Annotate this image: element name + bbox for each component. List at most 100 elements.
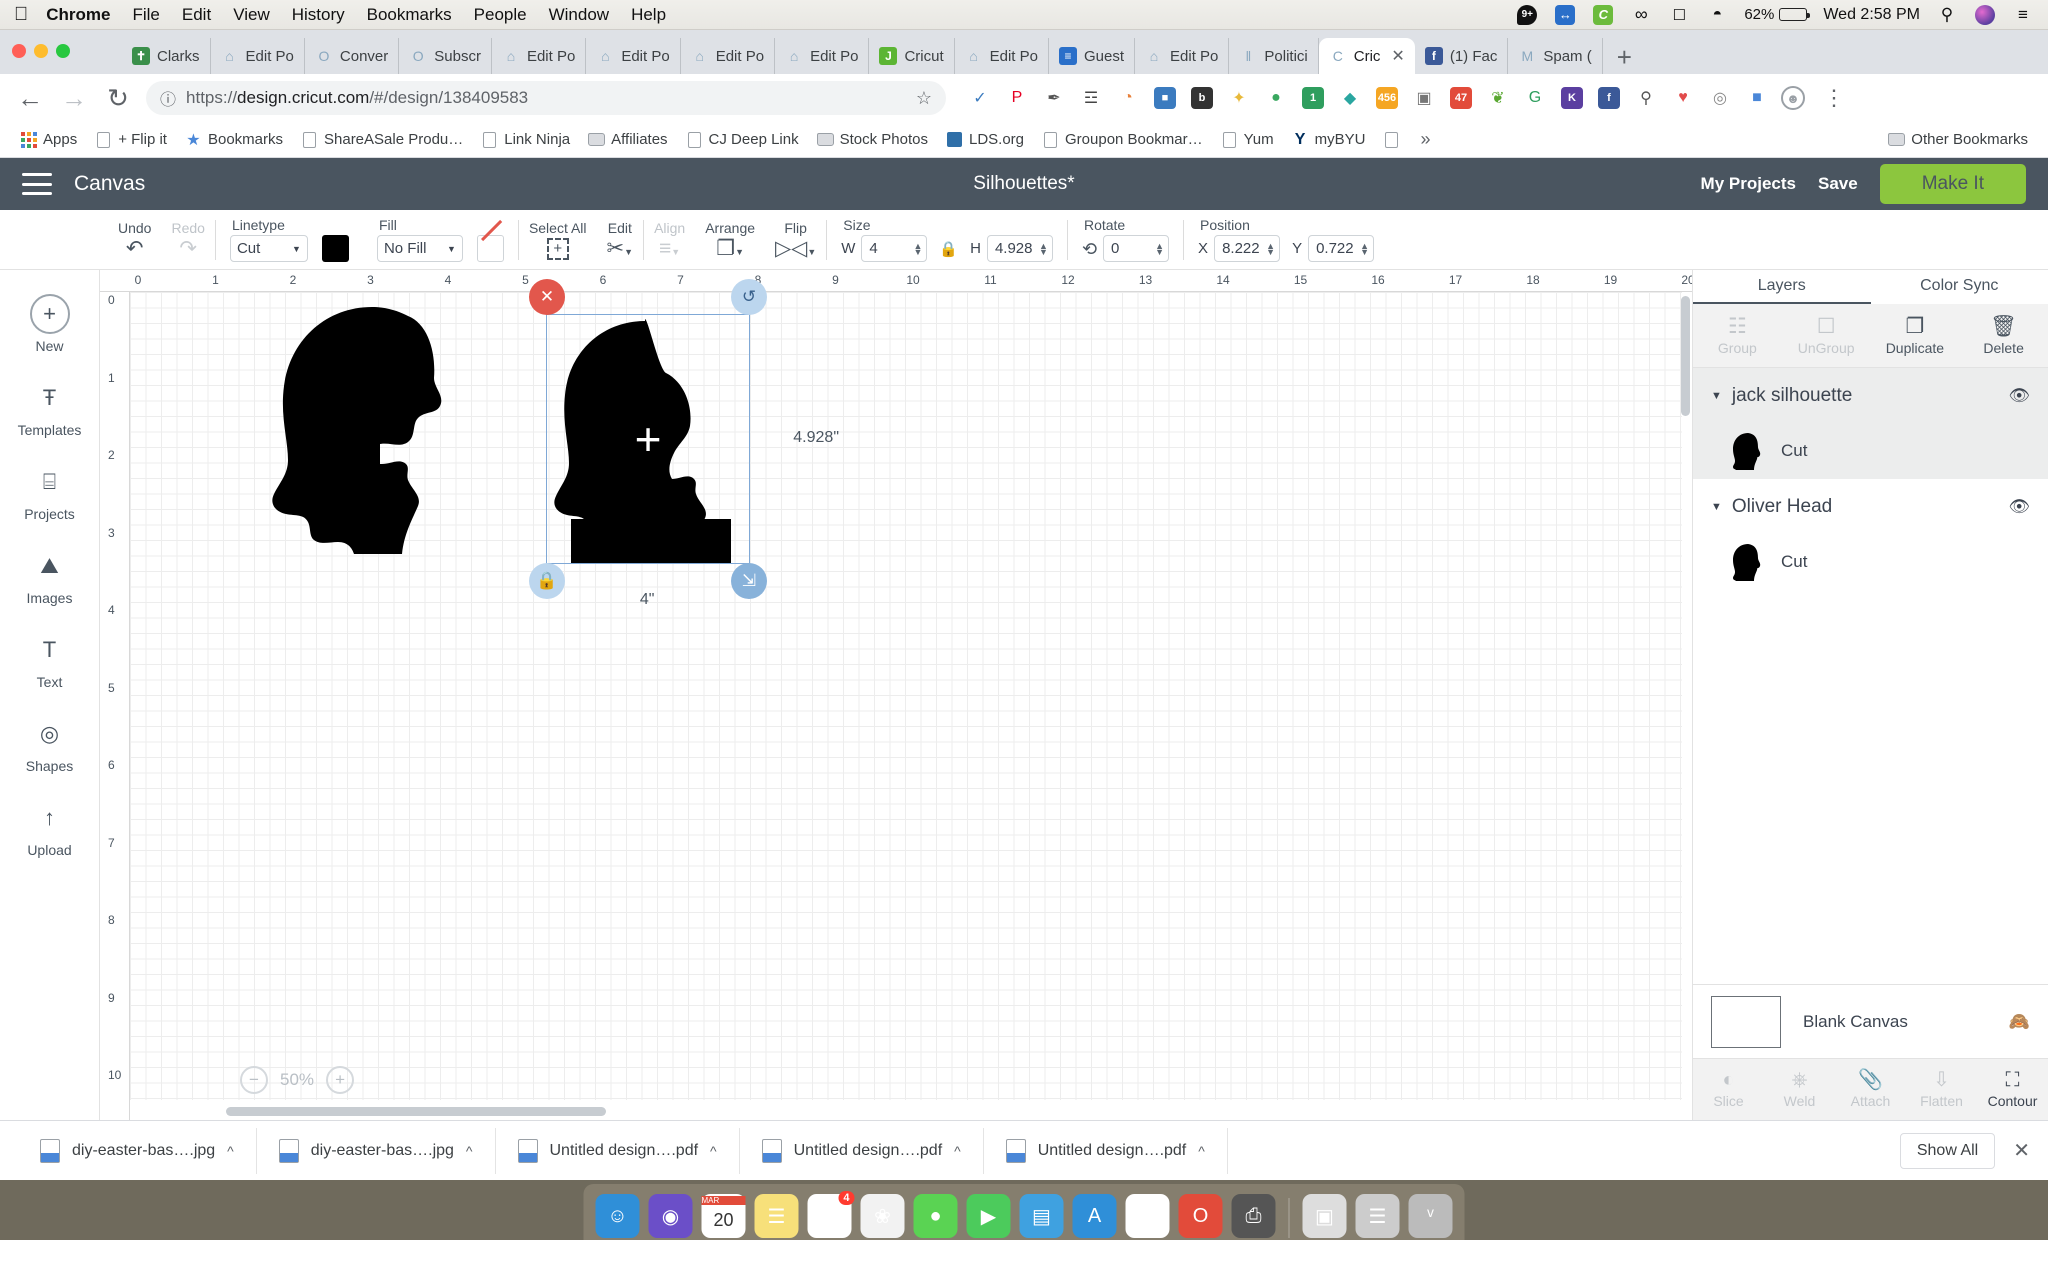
canvas-layer-row[interactable]: Blank Canvas 🙈 [1693,984,2048,1058]
select-all-button[interactable]: Select All + [519,210,597,269]
ext-layers-icon[interactable]: ☲ [1079,86,1103,110]
keynote-icon[interactable]: ▤ [1019,1194,1064,1238]
browser-tab[interactable]: ⌂ Edit Po [211,38,305,74]
sidebar-item-upload[interactable]: ↑ Upload [0,788,100,868]
minimize-window-button[interactable] [34,44,48,58]
sidebar-item-shapes[interactable]: ◎ Shapes [0,704,100,784]
rotate-stepper[interactable]: ▲ ▼ [1155,241,1164,256]
macos-menu-help[interactable]: Help [631,5,666,25]
browser-tab[interactable]: ✝ Clarks [122,38,211,74]
align-button[interactable]: Align ≡▼ [644,210,695,269]
address-bar[interactable]: ⓘ https://design.cricut.com/#/design/138… [146,81,946,115]
browser-tab[interactable]: J Cricut [869,38,955,74]
eye-hidden-icon[interactable]: 🙈 [2009,1012,2030,1032]
ext-facebook-icon[interactable]: f [1597,86,1621,110]
save-button[interactable]: Save [1818,174,1858,194]
download-menu-icon[interactable]: ^ [466,1143,473,1159]
y-input[interactable]: 0.722 ▲ ▼ [1308,235,1375,262]
photos-icon[interactable]: ❀ [860,1194,905,1238]
download-item[interactable]: diy-easter-bas….jpg ^ [257,1127,496,1174]
bookmarks-overflow-button[interactable]: » [1412,126,1438,153]
x-input[interactable]: 8.222 ▲ ▼ [1214,235,1281,262]
bookmark-item[interactable]: Apps [12,128,85,151]
edit-button[interactable]: Edit ✂▼ [597,210,644,269]
download-item[interactable]: Untitled design….pdf ^ [740,1127,984,1174]
cricut-tray-icon[interactable]: C [1592,4,1614,26]
show-all-downloads-button[interactable]: Show All [1899,1132,1996,1169]
canvas-vertical-scrollbar[interactable] [1681,296,1690,416]
wifi-icon[interactable]: ◓ [1706,4,1728,26]
ext-counter-47-icon[interactable]: 47 [1449,86,1473,110]
browser-tab[interactable]: ⌂ Edit Po [1135,38,1230,74]
macos-menu-file[interactable]: File [132,5,159,25]
download-menu-icon[interactable]: ^ [227,1143,234,1159]
ext-purple-icon[interactable]: K [1560,86,1584,110]
bookmark-item[interactable]: CJ Deep Link [678,128,807,151]
opera-icon[interactable]: O [1178,1194,1223,1238]
ext-bitly-icon[interactable]: b [1190,86,1214,110]
teamviewer-icon[interactable]: ↔ [1554,4,1576,26]
bookmark-item[interactable]: Stock Photos [809,128,936,151]
bookmark-item[interactable]: Affiliates [580,128,675,151]
close-window-button[interactable] [12,44,26,58]
contour-button[interactable]: ⛶ Contour [1977,1059,2048,1120]
browser-tab[interactable]: ≡ Guest [1049,38,1136,74]
x-stepper[interactable]: ▲ ▼ [1266,241,1275,256]
download-item[interactable]: Untitled design….pdf ^ [496,1127,740,1174]
blank-canvas-swatch[interactable] [1711,995,1781,1048]
bookmark-item[interactable]: Yum [1213,128,1282,151]
download-menu-icon[interactable]: ^ [710,1143,717,1159]
silhouette-shape-jack[interactable] [260,304,490,554]
eye-visible-icon[interactable]: 👁 [2008,497,2030,517]
layer-group-jack-silhouette[interactable]: ▼ jack silhouette 👁 [1693,368,2048,423]
sidebar-item-templates[interactable]: Ŧ Templates [0,368,100,448]
battery-status[interactable]: 62% [1744,6,1811,23]
facetime-icon[interactable]: ▶ [966,1194,1011,1238]
calendar-icon[interactable]: MAR 20 [701,1194,746,1238]
reload-button[interactable]: ↻ [102,83,134,114]
profile-avatar-icon[interactable]: ☻ [1781,86,1805,110]
bookmark-item[interactable]: Link Ninja [473,128,578,151]
ext-green-icon[interactable]: ● [1264,86,1288,110]
hamburger-menu-icon[interactable] [22,173,52,195]
project-title[interactable]: Silhouettes* [973,173,1074,195]
printer-icon[interactable]: ⎙ [1231,1194,1276,1238]
download-item[interactable]: diy-easter-bas….jpg ^ [18,1127,257,1174]
download-item[interactable]: Untitled design….pdf ^ [984,1127,1228,1174]
fill-select[interactable]: No Fill ▼ [376,235,463,262]
attach-button[interactable]: 📎 Attach [1835,1059,1906,1120]
apple-logo-icon[interactable]:  [14,5,28,24]
linetype-select[interactable]: Cut ▼ [229,235,308,262]
width-input[interactable]: 4 ▲ ▼ [861,235,928,262]
height-stepper[interactable]: ▲ ▼ [1039,241,1048,256]
preview-icon[interactable]: ▣ [1302,1194,1347,1238]
group-button[interactable]: ☷ Group [1693,304,1782,367]
bookmark-item[interactable]: YmyBYU [1284,128,1374,151]
macos-menu-history[interactable]: History [292,5,345,25]
browser-tab[interactable]: ⌂ Edit Po [955,38,1049,74]
window-controls[interactable] [12,44,70,58]
sidebar-item-text[interactable]: T Text [0,620,100,700]
ext-gray-icon[interactable]: ▣ [1412,86,1436,110]
download-menu-icon[interactable]: ^ [1198,1143,1205,1159]
browser-tab[interactable]: ⌂ Edit Po [681,38,776,74]
tab-color-sync[interactable]: Color Sync [1871,270,2048,304]
undo-button[interactable]: Undo ↶ [108,210,161,269]
ext-heart-icon[interactable]: ♥ [1671,86,1695,110]
lock-selection-icon[interactable]: 🔒 [529,563,565,599]
y-stepper[interactable]: ▲ ▼ [1360,241,1369,256]
ext-search-icon[interactable]: ⚲ [1634,86,1658,110]
browser-tab[interactable]: ⌂ Edit Po [775,38,870,74]
browser-tab[interactable]: ‖ Politici [1229,38,1319,74]
lock-aspect-icon[interactable]: 🔒 [939,240,958,258]
ext-yellow-icon[interactable]: ✦ [1227,86,1251,110]
chrome-menu-icon[interactable]: ⋮ [1823,85,1845,111]
bookmark-item[interactable]: Groupon Bookmar… [1034,128,1211,151]
ext-pocket-icon[interactable]: ✓ [968,86,992,110]
rotate-selection-icon[interactable]: ↺ [731,279,767,315]
resize-selection-icon[interactable]: ⇲ [731,563,767,599]
site-info-icon[interactable]: ⓘ [160,86,176,110]
macos-menu-view[interactable]: View [233,5,270,25]
macos-menu-bookmarks[interactable]: Bookmarks [367,5,452,25]
ext-blue-small-icon[interactable]: ■ [1745,86,1769,110]
